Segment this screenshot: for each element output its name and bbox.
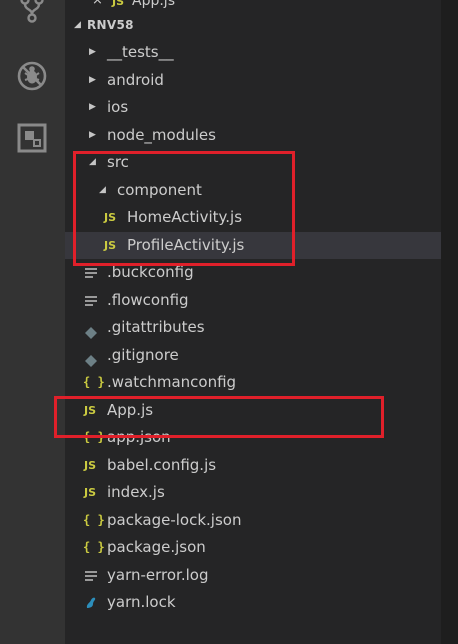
tree-file[interactable]: .gitignore — [65, 342, 441, 369]
tree-item-label: yarn.lock — [107, 593, 176, 611]
yarn-file-icon — [84, 589, 97, 616]
debug-icon[interactable] — [16, 60, 48, 92]
tree-file[interactable]: { } package-lock.json — [65, 507, 441, 534]
chevron-right-icon: ▶ — [89, 102, 96, 112]
extensions-icon[interactable] — [16, 122, 48, 154]
tree-file[interactable]: { } package.json — [65, 534, 441, 561]
js-file-icon: JS — [84, 404, 97, 417]
tree-folder[interactable]: ▶ ios — [65, 94, 441, 121]
tree-file[interactable]: { } .watchmanconfig — [65, 369, 441, 396]
tree-item-label: .gitattributes — [107, 318, 205, 336]
source-control-icon[interactable] — [16, 0, 48, 24]
tree-item-label: ios — [107, 98, 129, 116]
js-file-icon: JS — [104, 239, 117, 252]
tree-item-label: babel.config.js — [107, 456, 217, 474]
tree-file[interactable]: yarn.lock — [65, 589, 441, 616]
tree-folder[interactable]: ▶ __tests__ — [65, 39, 441, 66]
tree-item-label: HomeActivity.js — [127, 208, 243, 226]
chevron-down-icon: ◢ — [99, 185, 106, 195]
js-file-icon: JS — [84, 459, 97, 472]
tree-item-label: src — [107, 153, 129, 171]
tree-folder[interactable]: ◢ src — [65, 149, 441, 176]
tree-file[interactable]: JS App.js — [65, 397, 441, 424]
tree-item-label: package-lock.json — [107, 511, 242, 529]
chevron-right-icon: ▶ — [89, 47, 96, 57]
tree-folder[interactable]: ▶ node_modules — [65, 122, 441, 149]
scrollbar[interactable] — [441, 0, 458, 644]
close-icon[interactable]: × — [92, 0, 103, 12]
json-file-icon: { } — [83, 513, 105, 527]
tree-item-label: .buckconfig — [107, 263, 194, 281]
chevron-down-icon: ◢ — [74, 20, 81, 30]
tree-item-label: App.js — [107, 401, 154, 419]
tree-item-label: node_modules — [107, 126, 216, 144]
tree-file[interactable]: JS index.js — [65, 479, 441, 506]
open-editor-label: App.js — [132, 0, 175, 9]
section-title: RNV58 — [87, 18, 134, 32]
json-file-icon: { } — [83, 375, 105, 389]
tree-item-label: index.js — [107, 483, 165, 501]
js-file-icon: JS — [84, 486, 97, 499]
tree-file[interactable]: .gitattributes — [65, 314, 441, 341]
tree-file[interactable]: JS ProfileActivity.js — [65, 232, 441, 259]
tree-file[interactable]: { } app.json — [65, 424, 441, 451]
chevron-right-icon: ▶ — [89, 75, 96, 85]
chevron-right-icon: ▶ — [89, 130, 96, 140]
tree-folder[interactable]: ◢ component — [65, 177, 441, 204]
open-editor-item[interactable]: × JS App.js — [65, 0, 441, 12]
tree-folder[interactable]: ▶ android — [65, 67, 441, 94]
tree-item-label: ProfileActivity.js — [127, 236, 245, 254]
tree-file[interactable]: JS HomeActivity.js — [65, 204, 441, 231]
tree-item-label: yarn-error.log — [107, 566, 209, 584]
json-file-icon: { } — [83, 540, 105, 554]
tree-item-label: .gitignore — [107, 346, 179, 364]
js-file-icon: JS — [112, 0, 125, 8]
tree-item-label: app.json — [107, 428, 171, 446]
json-file-icon: { } — [83, 430, 105, 444]
tree-file[interactable]: yarn-error.log — [65, 562, 441, 589]
activity-bar — [0, 0, 65, 644]
chevron-down-icon: ◢ — [89, 157, 96, 167]
tree-file[interactable]: JS babel.config.js — [65, 452, 441, 479]
tree-item-label: component — [117, 181, 202, 199]
tree-item-label: __tests__ — [107, 43, 174, 61]
tree-item-label: android — [107, 71, 164, 89]
tree-file[interactable]: .flowconfig — [65, 287, 441, 314]
tree-item-label: package.json — [107, 538, 206, 556]
tree-file[interactable]: .buckconfig — [65, 259, 441, 286]
explorer-section-header[interactable]: ◢ RNV58 — [65, 14, 441, 36]
tree-item-label: .watchmanconfig — [107, 373, 237, 391]
tree-item-label: .flowconfig — [107, 291, 189, 309]
js-file-icon: JS — [104, 211, 117, 224]
